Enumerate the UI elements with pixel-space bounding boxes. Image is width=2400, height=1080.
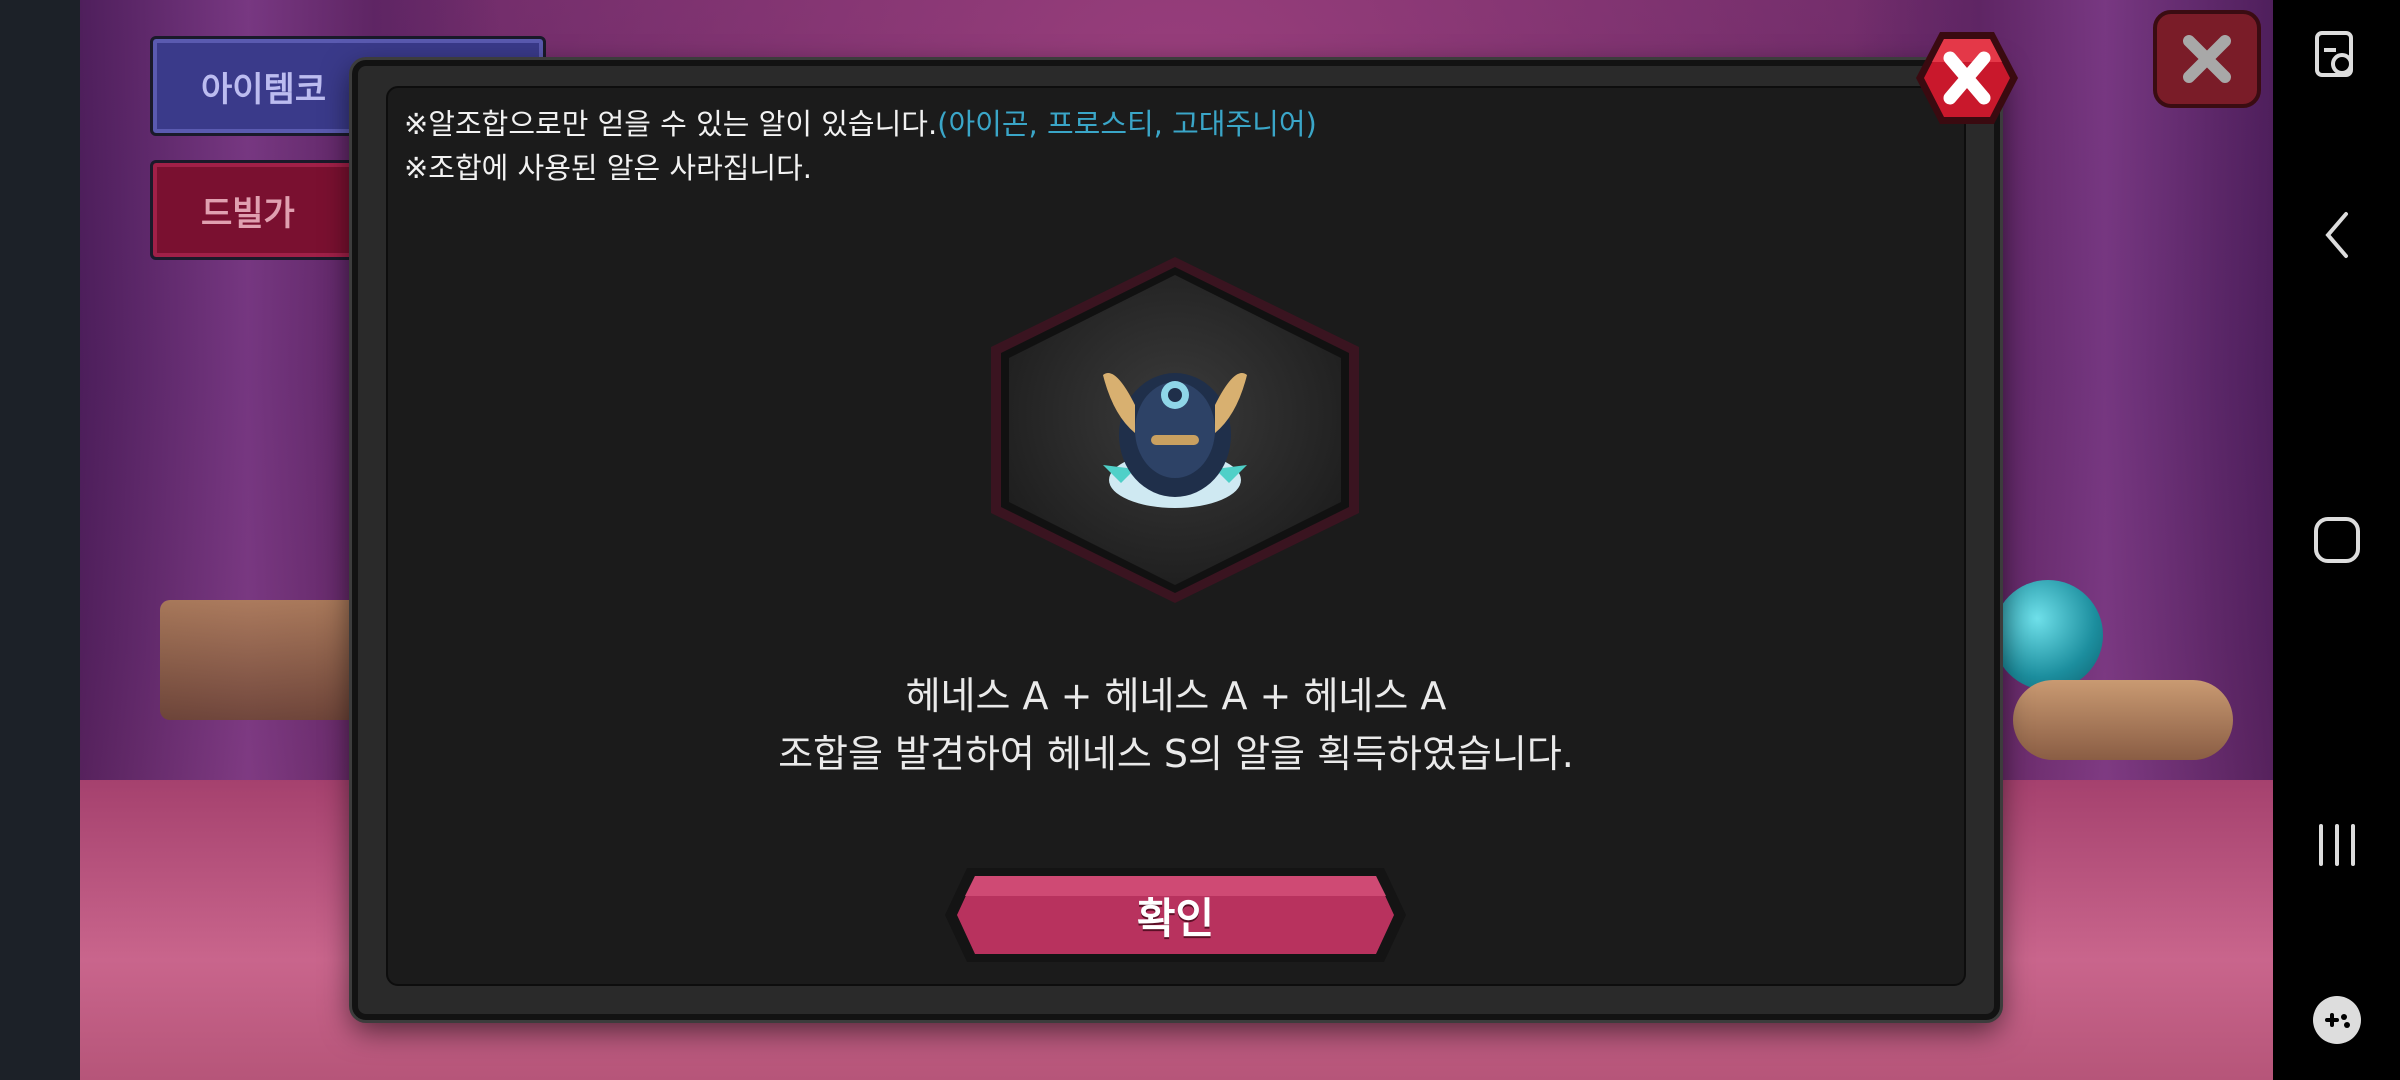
screen-lock-icon[interactable] (2273, 25, 2400, 85)
scene-close-button[interactable] (2153, 10, 2261, 108)
note-line-1: ※알조합으로만 얻을 수 있는 알이 있습니다.(아이곤, 프로스티, 고대주니… (404, 102, 1317, 146)
recents-icon[interactable] (2273, 815, 2400, 875)
left-screen-edge (0, 0, 80, 1080)
henes-s-egg-icon (1103, 373, 1247, 508)
confirm-label: 확인 (1136, 893, 1215, 943)
close-icon (2183, 35, 2231, 83)
dribble-label: 드빌가 (201, 193, 295, 234)
note-text-1: ※알조합으로만 얻을 수 있는 알이 있습니다. (404, 107, 938, 141)
android-navigation-bar (2273, 0, 2400, 1080)
note-line-2: ※조합에 사용된 알은 사라집니다. (404, 151, 813, 185)
egg-slot (985, 255, 1365, 605)
pot-decoration (1993, 580, 2103, 690)
back-icon[interactable] (2273, 205, 2400, 265)
scroll-decoration (2013, 680, 2233, 760)
confirm-button[interactable]: 확인 (943, 866, 1408, 964)
result-message-line-1: 헤네스 A + 헤네스 A + 헤네스 A (905, 674, 1447, 718)
home-icon[interactable] (2273, 510, 2400, 570)
game-tools-icon[interactable] (2273, 990, 2400, 1050)
item-code-label: 아이템코 (201, 69, 327, 110)
note-highlight: (아이곤, 프로스티, 고대주니어) (937, 107, 1317, 141)
dialog-notes: ※알조합으로만 얻을 수 있는 알이 있습니다.(아이곤, 프로스티, 고대주니… (404, 102, 1317, 190)
result-message-line-2: 조합을 발견하여 헤네스 S의 알을 획득하였습니다. (778, 732, 1574, 776)
dialog-close-button[interactable] (1912, 28, 2022, 128)
